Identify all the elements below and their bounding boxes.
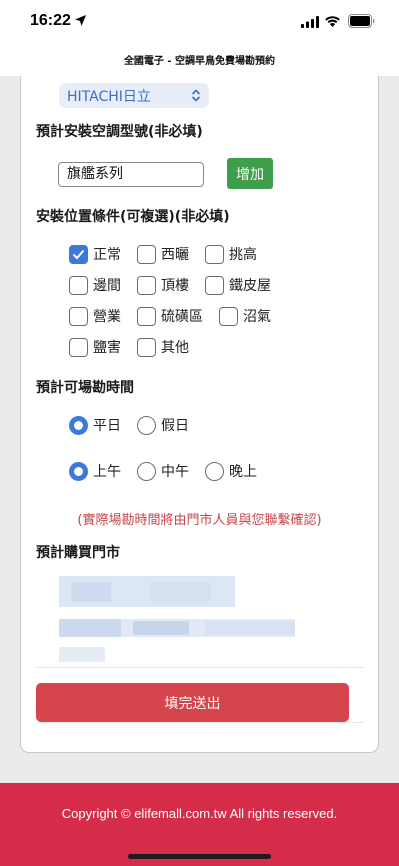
schedule-notice: (實際場勘時間將由門市人員與您聯繫確認) [77, 513, 322, 528]
checkbox-label: 邊間 [93, 278, 121, 294]
checkbox-label: 正常 [93, 247, 121, 263]
time-section-label: 預計可場勘時間 [36, 380, 134, 396]
divider [36, 722, 363, 723]
checkbox-box [205, 244, 224, 264]
radio-label: 上午 [93, 464, 121, 480]
radio-circle [137, 415, 156, 435]
checkbox-top-floor[interactable]: 頂樓 [137, 274, 189, 296]
checkbox-label: 鹽害 [93, 340, 121, 356]
checkbox-box [69, 337, 88, 357]
brand-select[interactable]: HITACHI日立 [59, 83, 209, 108]
checkbox-business[interactable]: 營業 [69, 305, 121, 327]
checkbox-sulfur-area[interactable]: 硫磺區 [137, 305, 203, 327]
checkbox-box [69, 306, 88, 326]
home-indicator[interactable] [128, 854, 271, 859]
checkbox-box [137, 275, 156, 295]
cellular-signal-icon [301, 16, 319, 28]
checkbox-metal-roof[interactable]: 鐵皮屋 [205, 274, 271, 296]
checkbox-high-ceiling[interactable]: 挑高 [205, 243, 257, 265]
radio-label: 假日 [161, 418, 189, 434]
checkbox-box [205, 275, 224, 295]
checkbox-box [219, 306, 238, 326]
store-section-label: 預計購買門市 [36, 545, 120, 561]
checkbox-label: 營業 [93, 309, 121, 325]
footer-copyright: Copyright © elifemall.com.tw All rights … [61, 806, 338, 821]
radio-noon[interactable]: 中午 [137, 460, 189, 482]
brand-select-value: HITACHI日立 [67, 89, 151, 105]
store-list-blurred[interactable] [59, 576, 299, 662]
battery-icon [348, 14, 375, 28]
radio-holiday[interactable]: 假日 [137, 414, 189, 436]
radio-evening[interactable]: 晚上 [205, 460, 257, 482]
checkbox-label: 沼氣 [243, 309, 271, 325]
checkbox-box [69, 275, 88, 295]
checkbox-label: 西曬 [161, 247, 189, 263]
checkbox-corner-unit[interactable]: 邊間 [69, 274, 121, 296]
radio-circle [205, 461, 224, 481]
checkbox-west-sun[interactable]: 西曬 [137, 243, 189, 265]
radio-morning[interactable]: 上午 [69, 460, 121, 482]
checkbox-label: 頂樓 [161, 278, 189, 294]
status-time: 16:22 [30, 12, 71, 29]
checkbox-label: 硫磺區 [161, 309, 203, 325]
model-input[interactable]: 旗艦系列 [58, 162, 204, 187]
checkbox-box [137, 244, 156, 264]
checkbox-box [137, 337, 156, 357]
location-section-label: 安裝位置條件(可複選)(非必填) [36, 209, 230, 225]
page-title: 全國電子 - 空調早鳥免費場勘預約 [123, 56, 276, 67]
checkbox-normal[interactable]: 正常 [69, 243, 121, 265]
checkbox-biogas[interactable]: 沼氣 [219, 305, 271, 327]
checkbox-other[interactable]: 其他 [137, 336, 189, 358]
wifi-icon [325, 16, 340, 27]
checkbox-salt-damage[interactable]: 鹽害 [69, 336, 121, 358]
checkbox-checked-icon [69, 244, 88, 264]
radio-label: 平日 [93, 418, 121, 434]
radio-selected-icon [69, 415, 88, 435]
radio-weekday[interactable]: 平日 [69, 414, 121, 436]
divider [36, 667, 363, 668]
add-model-button[interactable]: 增加 [227, 158, 273, 189]
radio-selected-icon [69, 461, 88, 481]
checkbox-box [137, 306, 156, 326]
radio-label: 晚上 [229, 464, 257, 480]
model-section-label: 預計安裝空調型號(非必填) [36, 124, 203, 140]
radio-circle [137, 461, 156, 481]
checkbox-label: 挑高 [229, 247, 257, 263]
page-header: 全國電子 - 空調早鳥免費場勘預約 [0, 44, 399, 76]
checkbox-label: 鐵皮屋 [229, 278, 271, 294]
checkbox-label: 其他 [161, 340, 189, 356]
submit-button[interactable]: 填完送出 [36, 683, 349, 722]
radio-label: 中午 [161, 464, 189, 480]
chevron-up-down-icon [191, 89, 201, 102]
location-arrow-icon [75, 15, 86, 26]
status-bar: 16:22 [0, 0, 399, 44]
